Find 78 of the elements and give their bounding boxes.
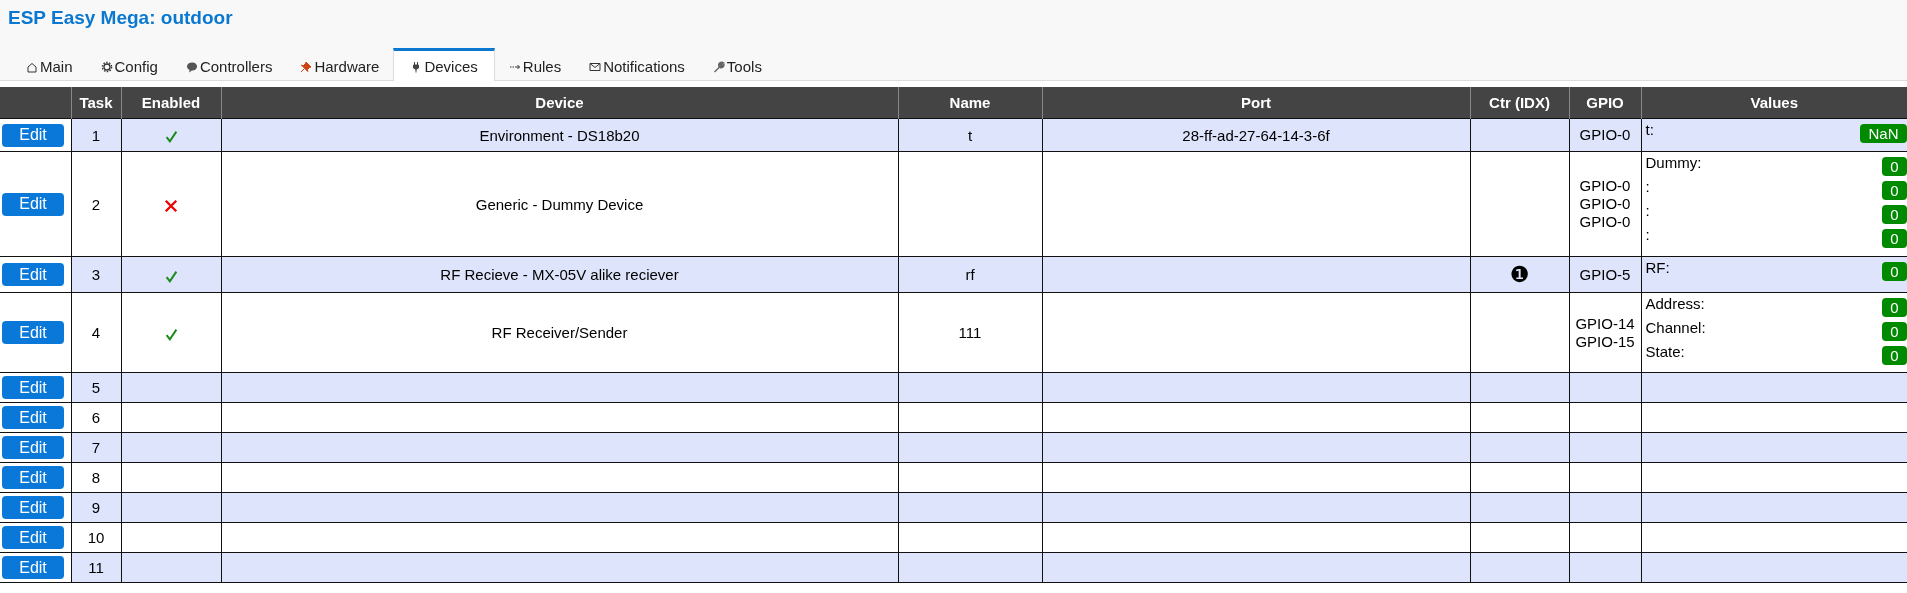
column-header: Device [221,87,898,119]
value-label: : [1645,178,1650,195]
value-label: t: [1645,121,1654,138]
nav-tab[interactable]: Hardware [286,48,394,81]
task-number: 6 [91,409,101,426]
gpio-pin: GPIO-0 [1579,177,1631,194]
task-name: rf [965,266,975,283]
edit-button[interactable]: Edit [2,406,64,429]
value-badge: 0 [1882,322,1907,341]
edit-button[interactable]: Edit [2,466,64,489]
edit-button[interactable]: Edit [2,321,64,344]
gear-icon [100,60,113,73]
nav-tab[interactable]: Config [86,48,172,81]
value-label: RF: [1645,259,1670,276]
task-number: 10 [87,529,105,546]
gpio-pin: GPIO-0 [1579,195,1631,212]
nav-tab[interactable]: Devices [393,48,495,81]
task-number: 1 [91,126,101,144]
value-label: : [1645,226,1650,243]
edit-button[interactable]: Edit [2,263,64,286]
task-number: 7 [91,439,101,456]
task-number: 2 [91,195,101,213]
value-label: Channel: [1645,319,1706,336]
pin-icon [300,60,313,73]
value-badge: 0 [1882,298,1907,317]
value-badge: 0 [1882,229,1907,248]
value-badge: 0 [1882,346,1907,365]
nav-tab[interactable]: Rules [494,48,576,81]
value-badge: 0 [1882,262,1907,281]
nav-tab[interactable]: Tools [698,48,776,81]
page-title: ESP Easy Mega: outdoor [8,6,234,30]
nav-tab[interactable]: Main [12,48,87,81]
edit-button[interactable]: Edit [2,376,64,399]
device-name: Environment - DS18b20 [479,126,640,144]
value-label: Dummy: [1645,154,1702,171]
edit-button[interactable]: Edit [2,192,64,216]
gpio-pin: GPIO-5 [1579,265,1631,283]
value-badge: 0 [1882,205,1907,224]
device-name: RF Recieve - MX-05V alike reciever [440,266,679,283]
device-name: Generic - Dummy Device [475,195,644,213]
gpio-pin: GPIO-0 [1579,213,1631,230]
value-badge: 0 [1882,181,1907,200]
controller-index: ❶ [1509,262,1530,287]
task-number: 3 [91,266,101,283]
value-label: State: [1645,343,1685,360]
value-label: Address: [1645,295,1705,312]
edit-button[interactable]: Edit [2,436,64,459]
column-header: Name [898,87,1042,119]
edit-button[interactable]: Edit [2,496,64,519]
edit-button[interactable]: Edit [2,526,64,549]
task-number: 11 [88,559,104,576]
task-number: 9 [91,499,101,516]
edit-button[interactable]: Edit [2,123,64,147]
column-header: GPIO [1569,87,1641,119]
task-name: t [967,126,973,144]
port-text: 28-ff-ad-27-64-14-3-6f [1182,126,1330,144]
value-label: : [1645,202,1650,219]
envelope-icon [589,60,602,73]
nav-tab[interactable]: Controllers [171,48,287,81]
task-number: 5 [91,379,101,396]
task-number: 8 [91,469,101,486]
nav-tab[interactable]: Notifications [575,48,699,81]
value-badge: 0 [1882,157,1907,176]
gpio-pin: GPIO-0 [1579,126,1631,143]
gpio-pin: GPIO-15 [1575,332,1635,350]
column-header: Enabled [121,87,221,119]
column-header: Port [1042,87,1470,119]
home-icon [26,60,38,73]
gpio-pin: GPIO-14 [1575,314,1635,332]
device-name: RF Receiver/Sender [491,324,628,341]
task-number: 4 [91,324,101,341]
value-badge: NaN [1860,124,1907,143]
task-name: 111 [958,324,982,341]
edit-button[interactable]: Edit [2,556,64,579]
speech-bubble-icon [185,60,198,73]
column-header: Values [1641,87,1907,119]
column-header: Ctr (IDX) [1470,87,1569,119]
column-header: Task [71,87,121,119]
